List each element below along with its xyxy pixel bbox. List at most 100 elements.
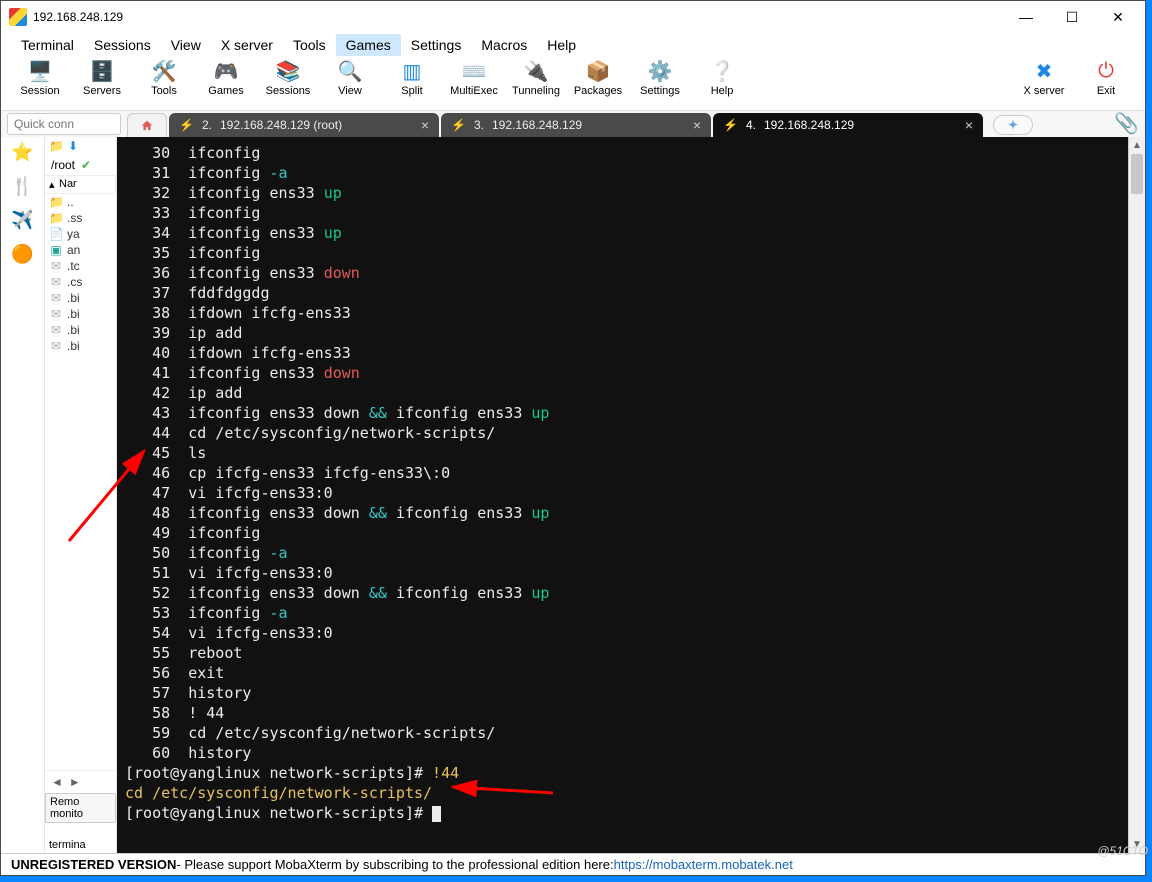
scroll-up-arrow[interactable]: ▲ [1129,137,1145,154]
toolbar-games-label: Games [208,85,243,97]
toolbar-sessions-label: Sessions [266,85,311,97]
toolbar-packages-label: Packages [574,85,622,97]
sftp-back-button[interactable]: ◄ [51,775,63,789]
menu-view[interactable]: View [161,34,211,56]
menu-terminal[interactable]: Terminal [11,34,84,56]
toolbar-servers-label: Servers [83,85,121,97]
tab-label: 192.168.248.129 (root) [220,118,342,132]
toolbar-games-button[interactable]: 🎮 Games [195,59,257,109]
terminal-scrollbar[interactable]: ▲ ▼ [1128,137,1145,853]
quick-connect-input[interactable] [7,113,121,135]
file-icon: 📁 [49,211,63,225]
file-icon: ✉ [49,307,63,321]
sftp-fwd-button[interactable]: ► [69,775,81,789]
toolbar-packages-button[interactable]: 📦 Packages [567,59,629,109]
paperclip-icon[interactable]: 📎 [1114,111,1139,136]
statusbar: UNREGISTERED VERSION - Please support Mo… [1,853,1145,875]
sftp-item[interactable]: ✉.bi [45,338,116,354]
window-maximize-button[interactable]: ☐ [1049,2,1095,32]
terminal-tab-3[interactable]: ⚡3.192.168.248.129× [441,113,711,137]
menu-macros[interactable]: Macros [471,34,537,56]
toolbar-view-button[interactable]: 🔍View [319,59,381,109]
bolt-icon: ⚡ [451,118,466,132]
sftp-path[interactable]: /root [49,157,77,173]
menu-tools[interactable]: Tools [283,34,336,56]
xserver-icon: ✖ [1030,59,1058,83]
tab-label: 192.168.248.129 [764,118,854,132]
menu-games[interactable]: Games [336,34,401,56]
toolbar-help-label: Help [711,85,734,97]
sftp-item[interactable]: ✉.bi [45,290,116,306]
folder-icon[interactable]: 📁 [49,139,64,153]
star-icon[interactable]: ⭐ [12,141,34,163]
globe-icon[interactable]: 🟠 [12,243,34,265]
settings-icon: ⚙️ [646,59,674,83]
sessions-icon: 📚 [274,59,302,83]
app-icon [9,8,27,26]
menubar: TerminalSessionsViewX serverToolsGamesSe… [1,33,1145,57]
new-tab-button[interactable]: ✦ [993,115,1033,135]
servers-icon: 🗄️ [88,59,116,83]
sftp-item[interactable]: ✉.cs [45,274,116,290]
toolbar-session-button[interactable]: 🖥️Session [9,59,71,109]
file-name: .ss [67,211,82,225]
view-icon: 🔍 [336,59,364,83]
sftp-item[interactable]: ✉.bi [45,322,116,338]
sftp-item[interactable]: ✉.tc [45,258,116,274]
menu-help[interactable]: Help [537,34,586,56]
toolbar-xserver-button[interactable]: ✖ X server [1013,59,1075,109]
scroll-thumb[interactable] [1131,154,1143,194]
toolbar-help-button[interactable]: ❔ Help [691,59,753,109]
packages-icon: 📦 [584,59,612,83]
menu-settings[interactable]: Settings [401,34,472,56]
file-name: .bi [67,307,80,321]
toolbar-tools-button[interactable]: 🛠️Tools [133,59,195,109]
file-name: .cs [67,275,82,289]
tunneling-icon: 🔌 [522,59,550,83]
toolbar-multiexec-button[interactable]: ⌨️MultiExec [443,59,505,109]
toolbar-session-label: Session [20,85,59,97]
toolbar-servers-button[interactable]: 🗄️ Servers [71,59,133,109]
paperplane-icon[interactable]: ✈️ [12,209,34,231]
toolbar-split-button[interactable]: ▥Split [381,59,443,109]
exit-icon: ⏻ [1092,59,1120,83]
terminal-output[interactable]: 30 ifconfig 31 ifconfig -a 32 ifconfig e… [117,137,1128,853]
col-name[interactable]: Nar [55,176,116,193]
statusbar-link[interactable]: https://mobaxterm.mobatek.net [614,857,793,872]
tab-number: 2. [202,118,212,132]
toolbar-exit-button[interactable]: ⏻ Exit [1075,59,1137,109]
games-icon: 🎮 [212,59,240,83]
sftp-item[interactable]: 📁.. [45,194,116,210]
knife-icon[interactable]: 🍴 [12,175,34,197]
tab-number: 4. [746,118,756,132]
tab-number: 3. [474,118,484,132]
sftp-item[interactable]: ▣an [45,242,116,258]
split-icon: ▥ [398,59,426,83]
menu-x-server[interactable]: X server [211,34,283,56]
terminal-label: termina [45,837,116,853]
toolbar-sessions-button[interactable]: 📚 Sessions [257,59,319,109]
home-tab[interactable] [127,113,167,137]
sftp-item[interactable]: 📁 .ss [45,210,116,226]
file-icon: ▣ [49,243,63,257]
sftp-item[interactable]: ✉ .bi [45,306,116,322]
bolt-icon: ⚡ [723,118,738,132]
terminal-tab-4[interactable]: ⚡ 4. 192.168.248.129 × [713,113,983,137]
file-name: .bi [67,339,80,353]
toolbar-settings-button[interactable]: ⚙️Settings [629,59,691,109]
toolbar-tunneling-button[interactable]: 🔌Tunneling [505,59,567,109]
window-close-button[interactable]: ✕ [1095,2,1141,32]
bolt-icon: ⚡ [179,118,194,132]
tab-close-button[interactable]: × [421,117,429,133]
window-minimize-button[interactable]: — [1003,2,1049,32]
terminal-tab-2[interactable]: ⚡ 2. 192.168.248.129 (root) × [169,113,439,137]
menu-sessions[interactable]: Sessions [84,34,161,56]
remote-monitoring-button[interactable]: Remomonito [45,793,116,823]
help-icon: ❔ [708,59,736,83]
tab-close-button[interactable]: × [693,117,701,133]
tab-close-button[interactable]: × [965,117,973,133]
download-icon[interactable]: ⬇ [68,139,78,153]
toolbar-exit-label: Exit [1097,85,1115,97]
toolbar-xserver-label: X server [1024,85,1065,97]
sftp-item[interactable]: 📄ya [45,226,116,242]
